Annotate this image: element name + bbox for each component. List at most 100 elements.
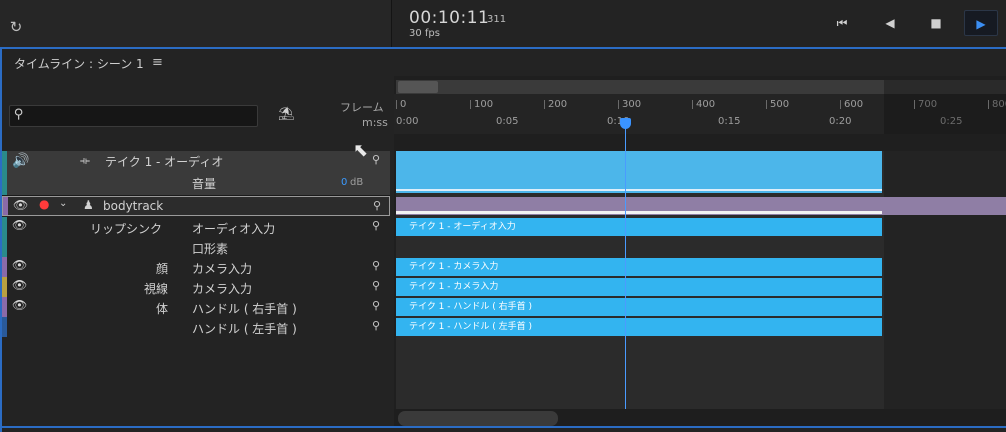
audio-track-row[interactable]: 🔊 ⟛ テイク 1 - オーディオ ⚲ 音量 0 dB (2, 151, 390, 196)
panel-title[interactable]: タイムライン : シーン 1 (14, 55, 144, 72)
behavior-group-label: リップシンク (90, 222, 163, 236)
zoom-band-outside (884, 80, 1006, 94)
eye-icon[interactable]: 👁 (12, 218, 27, 232)
frame-tick-label: 600 (844, 99, 864, 110)
puppet-name: bodytrack (103, 199, 164, 213)
search-icon: ⚲ (14, 107, 24, 122)
track-area-outside (884, 151, 1006, 409)
behavior-group-label: 体 (156, 302, 169, 316)
puppet-track-row[interactable]: 👁 ● ⌄ ♟ bodytrack ⚲ (2, 196, 390, 216)
track-search-input[interactable] (9, 105, 258, 127)
ruler-tick (396, 100, 397, 109)
speaker-icon[interactable]: 🔊 (12, 153, 29, 169)
eye-icon[interactable]: 👁 (12, 298, 27, 312)
go-to-start-button[interactable]: ⏮ (827, 10, 857, 36)
track-color-bar (2, 237, 7, 257)
stop-button[interactable]: ■ (921, 10, 951, 36)
behavior-input-label: 口形素 (192, 242, 229, 256)
eye-icon[interactable]: 👁 (12, 278, 27, 292)
behavior-group-label: 視線 (144, 282, 169, 296)
ruler-tick (840, 100, 841, 109)
ruler-tick (692, 100, 693, 109)
time-tick-label: 0:00 (396, 116, 419, 127)
timecode-display: 00:10:11 (409, 8, 490, 28)
record-arm-icon[interactable]: ● (39, 197, 49, 211)
panel-bottom-border (0, 426, 1006, 428)
eye-icon[interactable]: 👁 (13, 198, 28, 212)
behavior-row[interactable]: 👁 視線 カメラ入力 ⚲ (2, 277, 390, 297)
track-color-bar (2, 257, 7, 277)
time-tick-label: 0:05 (496, 116, 519, 127)
audio-track-name: テイク 1 - オーディオ (105, 155, 224, 169)
pin-icon[interactable]: ⚲ (373, 199, 381, 212)
zoom-band[interactable] (396, 80, 884, 94)
pin-icon[interactable]: ⚲ (372, 153, 380, 166)
ruler-tick (618, 100, 619, 109)
frame-tick-label: 700 (918, 99, 938, 110)
behavior-input-label: オーディオ入力 (192, 222, 276, 236)
pin-icon[interactable]: ⚲ (372, 319, 380, 332)
take-clip[interactable]: テイク 1 - ハンドル ( 右手首 ) (396, 298, 882, 316)
chevron-down-icon[interactable]: ⌄ (59, 198, 67, 209)
frame-counter: 311 (487, 14, 507, 25)
mouse-cursor-icon: ⬉ (353, 140, 369, 161)
frame-tick-label: 300 (622, 99, 642, 110)
take-clip[interactable]: テイク 1 - オーディオ入力 (396, 218, 882, 236)
zoom-band-thumb[interactable] (398, 81, 438, 93)
waveform-icon: ⟛ (80, 154, 90, 167)
behavior-input-label: カメラ入力 (192, 282, 253, 296)
panel-menu-icon[interactable]: ≡ (152, 55, 163, 70)
track-color-bar (2, 297, 7, 317)
track-color-bar (2, 151, 7, 195)
volume-value[interactable]: 0 (341, 177, 347, 188)
volume-unit: dB (350, 177, 364, 188)
volume-label: 音量 (192, 177, 217, 191)
audio-clip[interactable] (396, 151, 882, 193)
step-back-button[interactable]: ◀ (875, 10, 905, 36)
ruler-tick (766, 100, 767, 109)
behavior-group-label: 顔 (156, 262, 169, 276)
frame-tick-label: 0 (400, 99, 407, 110)
puppet-icon: ♟ (83, 198, 94, 212)
behavior-row[interactable]: 👁 体 ハンドル ( 右手首 ) ⚲ (2, 297, 390, 317)
frame-tick-label: 100 (474, 99, 494, 110)
eye-icon[interactable]: 👁 (12, 258, 27, 272)
track-color-bar (2, 317, 7, 337)
behavior-row[interactable]: 口形素 (2, 237, 390, 257)
frame-ruler-label: フレーム (340, 101, 384, 114)
take-clip[interactable]: テイク 1 - ハンドル ( 左手首 ) (396, 318, 882, 336)
behavior-input-label: ハンドル ( 左手首 ) (192, 322, 297, 336)
behavior-input-label: ハンドル ( 右手首 ) (192, 302, 297, 316)
fps-label: 30 fps (409, 28, 440, 39)
scrollbar-thumb[interactable] (398, 411, 558, 426)
time-tick-label: 0:25 (940, 116, 963, 127)
behavior-row[interactable]: ハンドル ( 左手首 ) ⚲ (2, 317, 390, 337)
play-button[interactable]: ▶ (964, 10, 998, 36)
track-color-bar (3, 197, 8, 215)
track-color-bar (2, 277, 7, 297)
track-color-bar (2, 217, 7, 237)
frame-tick-label: 800 (992, 99, 1006, 110)
refresh-icon[interactable]: ↻ (8, 19, 24, 35)
take-clip[interactable]: テイク 1 - カメラ入力 (396, 258, 882, 276)
behavior-input-label: カメラ入力 (192, 262, 253, 276)
pin-icon[interactable]: ⚲ (372, 279, 380, 292)
behavior-row[interactable]: 👁 リップシンク オーディオ入力 ⚲ (2, 217, 390, 237)
filter-icon[interactable]: ⛱ (278, 107, 295, 122)
time-ruler-label: m:ss (362, 116, 388, 129)
pin-icon[interactable]: ⚲ (372, 259, 380, 272)
frame-tick-label: 500 (770, 99, 790, 110)
time-tick-label: 0:15 (718, 116, 741, 127)
playhead-handle[interactable] (620, 118, 631, 129)
take-clip[interactable]: テイク 1 - カメラ入力 (396, 278, 882, 296)
frame-tick-label: 200 (548, 99, 568, 110)
ruler-tick (988, 100, 989, 109)
ruler-tick (544, 100, 545, 109)
playhead-line[interactable] (625, 120, 626, 410)
time-tick-label: 0:20 (829, 116, 852, 127)
top-left-pane (0, 0, 392, 47)
frame-tick-label: 400 (696, 99, 716, 110)
behavior-row[interactable]: 👁 顔 カメラ入力 ⚲ (2, 257, 390, 277)
pin-icon[interactable]: ⚲ (372, 219, 380, 232)
pin-icon[interactable]: ⚲ (372, 299, 380, 312)
